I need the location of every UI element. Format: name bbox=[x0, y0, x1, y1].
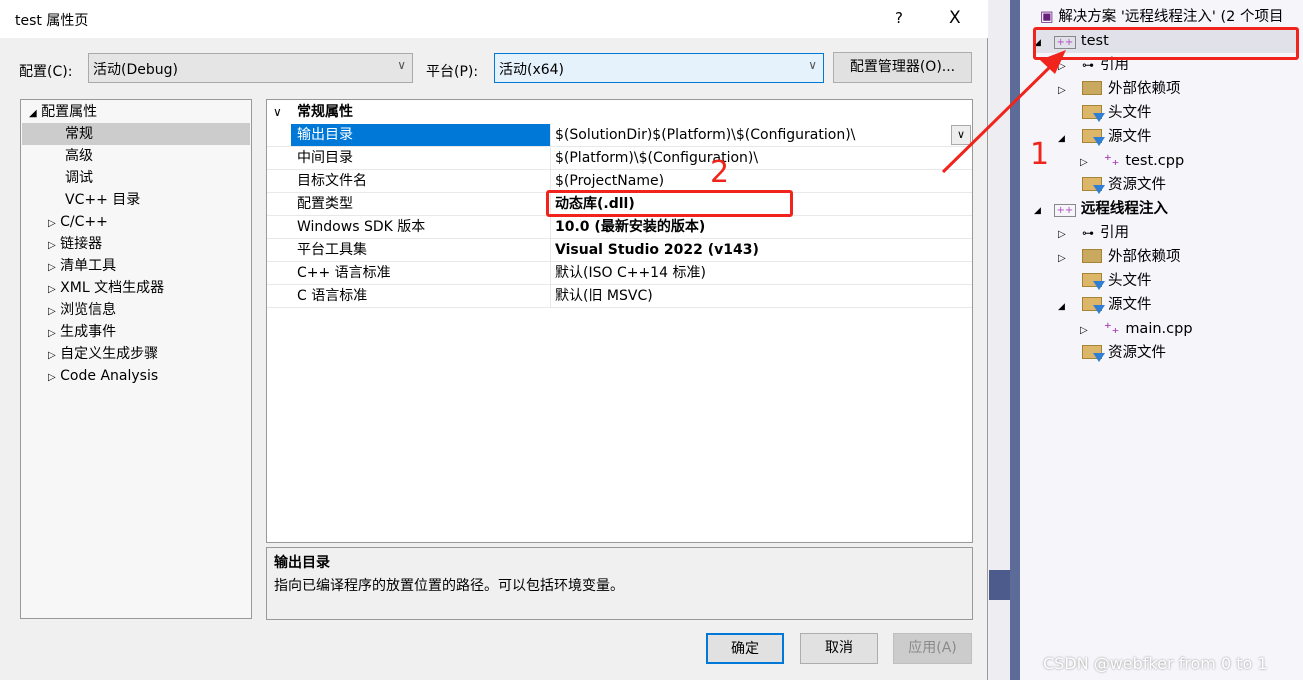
watermark: CSDN @webfker from 0 to 1 bbox=[1043, 654, 1268, 673]
annotation-arrow bbox=[941, 50, 1066, 174]
